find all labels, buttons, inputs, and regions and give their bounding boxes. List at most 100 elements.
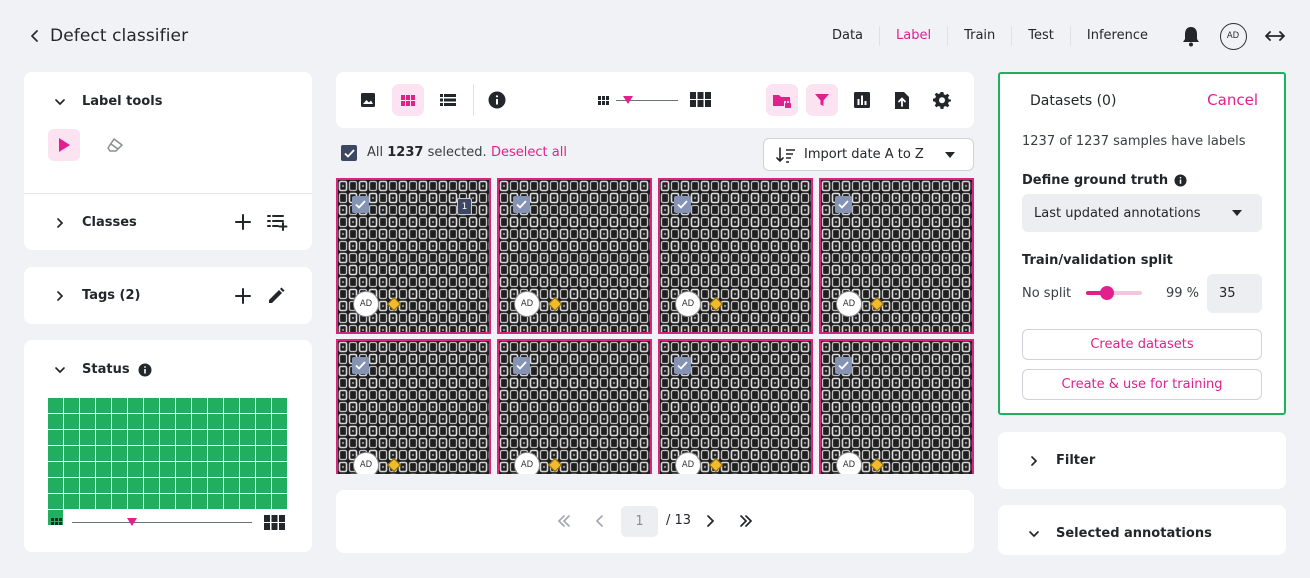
split-slider-thumb[interactable] <box>1100 286 1115 300</box>
image-icon <box>361 93 375 107</box>
status-cell <box>112 462 128 478</box>
chevron-down-icon <box>55 366 65 373</box>
chevron-down-icon <box>1029 530 1039 537</box>
image-tile[interactable]: AD <box>336 339 491 474</box>
expand-arrows-icon[interactable] <box>1260 21 1290 51</box>
status-cell <box>48 462 64 478</box>
page-number-input[interactable]: 1 <box>621 506 658 537</box>
prev-page-icon[interactable] <box>592 513 608 529</box>
image-tile[interactable]: AD <box>819 339 974 474</box>
nav-data[interactable]: Data <box>816 26 881 46</box>
eraser-icon <box>107 138 123 152</box>
check-icon <box>838 361 849 370</box>
image-tile[interactable]: AD <box>658 339 813 474</box>
select-tool-button[interactable] <box>48 129 80 161</box>
status-cell <box>128 430 144 446</box>
status-header[interactable]: Status <box>54 362 152 377</box>
back-button[interactable]: Defect classifier <box>28 22 188 50</box>
plus-icon[interactable] <box>234 213 252 231</box>
nav-test[interactable]: Test <box>1012 26 1071 46</box>
large-grid-icon[interactable] <box>264 515 285 530</box>
status-slider-thumb[interactable] <box>127 518 137 526</box>
info-button[interactable] <box>481 84 513 116</box>
image-tile[interactable]: AD <box>497 178 652 334</box>
status-cell <box>240 446 256 462</box>
datasets-title: Datasets (0) <box>1030 93 1117 109</box>
status-cell <box>272 430 288 446</box>
split-value-input[interactable]: 35 <box>1207 274 1262 313</box>
tile-checkbox[interactable] <box>835 196 852 213</box>
nav-inference[interactable]: Inference <box>1071 26 1164 46</box>
deselect-all-link[interactable]: Deselect all <box>491 145 567 160</box>
statistics-button[interactable] <box>846 84 878 116</box>
filter-header[interactable]: Filter <box>1028 453 1095 468</box>
status-cell <box>96 478 112 494</box>
tile-checkbox[interactable] <box>352 196 369 213</box>
status-cell <box>96 414 112 430</box>
tags-header[interactable]: Tags (2) <box>54 288 140 303</box>
classes-header[interactable]: Classes <box>54 215 137 230</box>
folder-lock-button[interactable] <box>766 84 798 116</box>
settings-button[interactable] <box>926 84 958 116</box>
info-icon[interactable] <box>1174 174 1187 187</box>
thumbnail-size-thumb[interactable] <box>623 96 634 104</box>
status-cell <box>80 398 96 414</box>
label-tools-header[interactable]: Label tools <box>54 94 162 109</box>
user-avatar[interactable]: AD <box>1218 21 1248 51</box>
grid-view-button[interactable] <box>392 84 424 116</box>
status-cell <box>224 494 240 510</box>
nav-label[interactable]: Label <box>880 26 949 46</box>
export-button[interactable] <box>886 84 918 116</box>
tile-checkbox[interactable] <box>674 357 691 374</box>
selected-annotations-header[interactable]: Selected annotations <box>1028 526 1212 541</box>
playlist-add-icon[interactable] <box>266 213 288 231</box>
status-cell <box>176 430 192 446</box>
chevron-right-icon <box>1031 455 1038 466</box>
selection-suffix: selected. <box>427 145 487 160</box>
status-cell <box>272 398 288 414</box>
last-page-icon[interactable] <box>738 513 754 529</box>
split-slider-track[interactable] <box>1086 286 1142 300</box>
divider <box>24 193 312 194</box>
status-cell <box>176 494 192 510</box>
plus-icon[interactable] <box>234 287 252 305</box>
status-cell <box>144 462 160 478</box>
page-total: / 13 <box>666 513 692 528</box>
status-cell <box>208 494 224 510</box>
sort-dropdown[interactable]: Import date A to Z <box>763 138 974 171</box>
image-tile[interactable]: AD 1 <box>336 178 491 334</box>
tile-checkbox[interactable] <box>513 357 530 374</box>
status-size-slider[interactable] <box>72 522 252 524</box>
info-icon[interactable] <box>138 363 152 377</box>
eraser-tool-button[interactable] <box>100 129 132 161</box>
status-cell <box>208 446 224 462</box>
create-datasets-button[interactable]: Create datasets <box>1022 329 1262 360</box>
pencil-edit-icon[interactable] <box>266 286 286 306</box>
status-cell <box>128 414 144 430</box>
small-grid-icon[interactable] <box>51 518 62 528</box>
main-toolbar <box>336 72 974 128</box>
create-use-training-button[interactable]: Create & use for training <box>1022 369 1262 400</box>
large-grid-icon[interactable] <box>690 92 711 107</box>
cancel-button[interactable]: Cancel <box>1207 91 1258 109</box>
image-view-button[interactable] <box>352 84 384 116</box>
nav-train[interactable]: Train <box>948 26 1013 46</box>
notifications-bell-icon[interactable] <box>1176 21 1206 51</box>
tile-checkbox[interactable] <box>352 357 369 374</box>
tile-checkbox[interactable] <box>835 357 852 374</box>
small-grid-icon[interactable] <box>598 96 609 105</box>
list-view-button[interactable] <box>432 84 464 116</box>
datasets-panel: Datasets (0) Cancel 1237 of 1237 samples… <box>998 72 1286 415</box>
select-all-checkbox[interactable] <box>341 145 357 161</box>
image-tile[interactable]: AD <box>819 178 974 334</box>
next-page-icon[interactable] <box>702 513 718 529</box>
first-page-icon[interactable] <box>556 513 572 529</box>
status-cell <box>256 478 272 494</box>
classes-actions <box>234 213 288 231</box>
filter-button[interactable] <box>806 84 838 116</box>
tile-checkbox[interactable] <box>674 196 691 213</box>
ground-truth-dropdown[interactable]: Last updated annotations <box>1022 194 1262 232</box>
image-tile[interactable]: AD <box>658 178 813 334</box>
image-tile[interactable]: AD <box>497 339 652 474</box>
tile-checkbox[interactable] <box>513 196 530 213</box>
